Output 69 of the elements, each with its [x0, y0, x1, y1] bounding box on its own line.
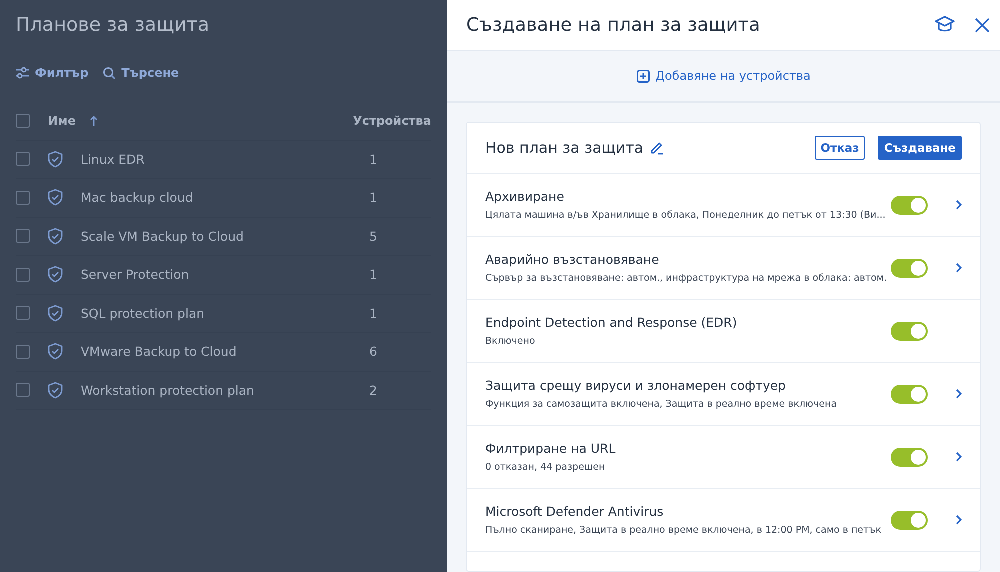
shield-check-icon [48, 266, 63, 284]
device-count: 5 [369, 228, 378, 244]
row-checkbox[interactable] [16, 190, 30, 205]
filter-button[interactable]: Филтър [16, 66, 89, 80]
shield-check-icon [48, 189, 63, 206]
module-title: Microsoft Defender Antivirus [485, 504, 665, 519]
plan-name[interactable]: Mac backup cloud [81, 190, 194, 206]
page-title: Планове за защита [16, 14, 211, 36]
create-button[interactable]: Създаване [878, 136, 962, 160]
module-summary: Сървър за възстановяване: автом., инфраструктура на мрежа в облака: автом. [485, 273, 887, 284]
plus-square-icon [636, 70, 650, 82]
cancel-button[interactable]: Отказ [814, 136, 866, 160]
plan-name[interactable]: Workstation protection plan [81, 382, 254, 398]
device-count: 1 [369, 267, 378, 282]
row-checkbox[interactable] [16, 344, 30, 359]
toggle-switch[interactable] [891, 510, 928, 530]
pencil-icon[interactable] [650, 141, 664, 155]
shield-check-icon [48, 304, 63, 322]
toggle-switch[interactable] [891, 258, 928, 278]
plan-name[interactable]: Server Protection [81, 267, 190, 282]
module-title: Филтриране на URL [485, 441, 617, 456]
graduation-cap-icon[interactable] [935, 16, 955, 34]
chevron-right-icon[interactable] [956, 452, 962, 462]
module-summary: Пълно сканиране, Защита в реално време включена, в 12:00 PM, само в петък [485, 525, 883, 536]
search-button[interactable]: Търсене [102, 66, 180, 80]
panel-title: Създаване на план за защита [466, 14, 762, 36]
toggle-switch[interactable] [891, 384, 928, 404]
module-summary: Цялата машина в/ъв Хранилище в облака, Понеделник до петък от 13:30 (Ви... [485, 210, 887, 221]
chevron-right-icon[interactable] [956, 515, 962, 525]
device-count: 6 [369, 344, 378, 360]
plan-name[interactable]: Scale VM Backup to Cloud [81, 228, 244, 244]
module-title: Endpoint Detection and Response (EDR) [485, 315, 738, 330]
shield-check-icon [48, 150, 63, 168]
row-checkbox[interactable] [16, 383, 30, 398]
module-summary: Включено [485, 336, 536, 347]
select-all-checkbox[interactable] [16, 114, 30, 128]
plan-name[interactable]: SQL protection plan [81, 306, 205, 321]
device-count: 1 [369, 306, 378, 321]
module-summary: 0 отказан, 44 разрешен [485, 462, 606, 473]
module-title: Архивиране [485, 189, 566, 204]
plan-name: Нов план за защита [485, 139, 644, 157]
module-summary: Функция за самозащита включена, Защита в реално време включена [485, 399, 838, 410]
device-count: 2 [369, 382, 378, 398]
arrow-up-icon[interactable] [90, 116, 98, 126]
column-header[interactable]: Устройства [353, 114, 432, 128]
search-icon [102, 66, 116, 80]
sliders-icon [16, 67, 29, 79]
shield-check-icon [48, 382, 63, 399]
chevron-right-icon[interactable] [956, 389, 962, 399]
shield-check-icon [48, 228, 63, 245]
toggle-switch[interactable] [891, 448, 928, 466]
row-checkbox[interactable] [16, 306, 30, 320]
column-header[interactable]: Име [48, 114, 76, 128]
shield-check-icon [48, 343, 63, 360]
plan-name[interactable]: VMware Backup to Cloud [81, 344, 237, 360]
toggle-switch[interactable] [891, 196, 928, 214]
chevron-right-icon[interactable] [956, 263, 962, 273]
module-title: Защита срещу вируси и злонамерен софтуер [485, 378, 787, 393]
plan-name[interactable]: Linux EDR [81, 152, 145, 167]
device-count: 1 [369, 190, 378, 206]
device-count: 1 [369, 152, 378, 167]
row-checkbox[interactable] [16, 268, 30, 282]
row-checkbox[interactable] [16, 229, 30, 244]
row-checkbox[interactable] [16, 152, 30, 166]
close-icon[interactable] [975, 18, 990, 32]
toggle-switch[interactable] [891, 322, 928, 340]
module-title: Аварийно възстановяване [485, 252, 660, 267]
add-devices-button[interactable]: Добавяне на устройства [630, 68, 817, 84]
chevron-right-icon[interactable] [956, 200, 962, 210]
